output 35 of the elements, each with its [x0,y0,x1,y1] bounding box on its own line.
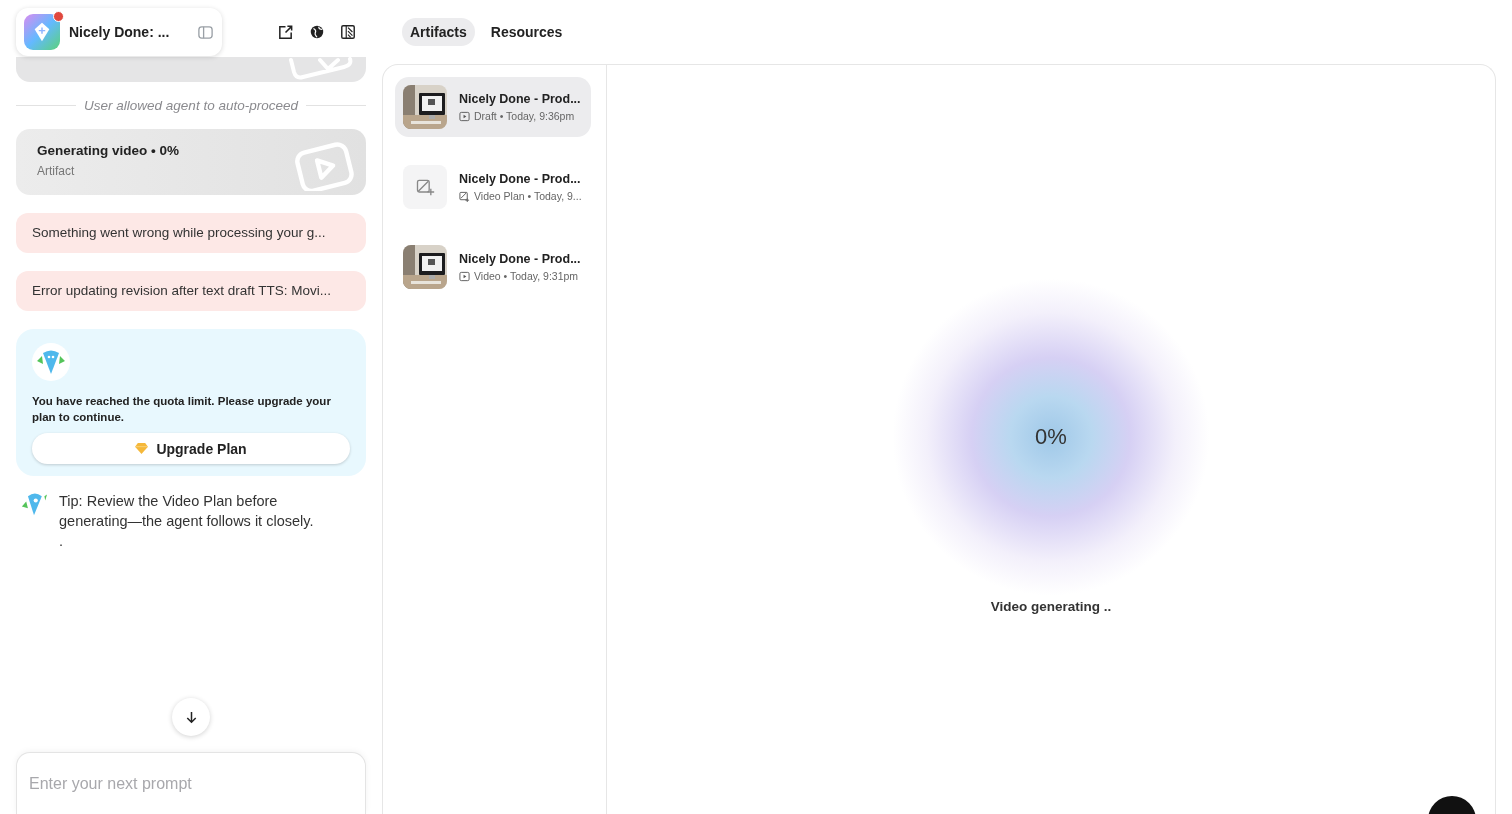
prompt-field[interactable]: Enter your next prompt [16,752,366,814]
diamond-icon [135,443,149,454]
app-logo-icon[interactable] [24,14,60,50]
external-link-icon[interactable] [277,23,294,41]
artifact-meta: Draft • Today, 9:36pm [474,109,575,123]
artifact-item[interactable]: Nicely Done - Prod... Video • Today, 9:31pm [395,237,591,297]
artifact-meta: Video Plan • Today, 9... [474,189,582,203]
project-title: Nicely Done: ... [69,24,171,40]
sidebar-toggle-icon[interactable] [197,23,214,41]
video-plan-icon [403,165,447,209]
artifact-label: Artifact [37,164,75,178]
upgrade-button[interactable]: Upgrade Plan [32,433,350,464]
globe-icon[interactable] [309,24,325,40]
progress-percent: 0% [1035,424,1067,450]
status-text: Video generating .. [990,599,1112,614]
artifact-item[interactable]: Nicely Done - Prod... Video Plan • Today, 9... [395,157,591,217]
error-message: Error updating revision after text draft TTS: Movi... [16,271,366,311]
error-message: Something went wrong while processing your g... [16,213,366,253]
tip-text: . [59,532,65,551]
artifact-meta: Video • Today, 9:31pm [474,269,579,283]
status-note: User allowed agent to auto-proceed [84,98,298,113]
tab[interactable]: Resources [482,18,571,46]
tab[interactable]: Artifacts [402,18,475,46]
artifact-title: Nicely Done - Prod... [459,91,581,107]
layout-icon[interactable] [340,24,356,40]
artifact-title: Nicely Done - Prod... [459,251,581,267]
tip-text: Tip: Review the Video Plan before generating—the agent follows it closely. [59,492,315,531]
mascot-icon [32,343,70,381]
quota-message: You have reached the quota limit. Please upgrade your plan to continue. [32,394,332,425]
edit-image-icon [459,190,470,202]
artifact-item[interactable]: Nicely Done - Prod... Draft • Today, 9:36pm [395,77,591,137]
artifact-card[interactable]: Generating video • 0% Artifact [16,129,366,195]
mascot-icon [19,491,49,517]
artifact-title: Nicely Done - Prod... [459,171,582,187]
artifact-title: Generating video • 0% [37,143,179,158]
